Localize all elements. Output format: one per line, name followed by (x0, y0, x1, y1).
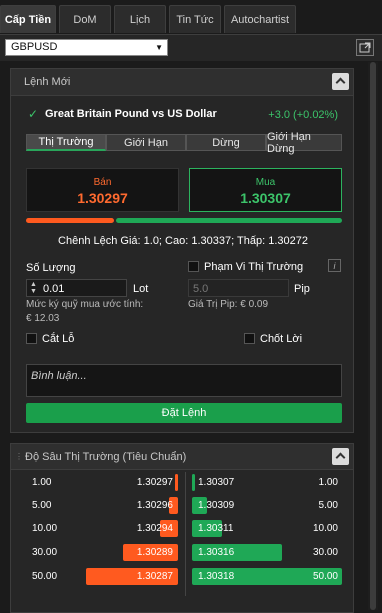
buy-button[interactable]: Mua 1.30307 (189, 168, 342, 212)
instrument-name: Great Britain Pound vs US Dollar (45, 108, 217, 120)
tab-bar: Cấp Tiền DoM Lịch Tin Tức Autochartist (0, 0, 382, 34)
bid-price[interactable]: 1.30289 (120, 547, 173, 558)
tab-dom[interactable]: DoM (59, 5, 111, 33)
chevron-down-icon: ▼ (155, 43, 163, 52)
buy-sentiment-bar (116, 218, 342, 223)
ask-price[interactable]: 1.30318 (198, 571, 234, 582)
bid-volume: 1.00 (32, 477, 52, 488)
bid-volume: 50.00 (32, 571, 58, 582)
ask-volume: 1.00 (318, 477, 338, 488)
scrollbar[interactable] (368, 62, 378, 610)
popout-icon[interactable] (356, 39, 374, 56)
comment-placeholder: Bình luận... (31, 370, 87, 382)
bid-volume-bar (175, 474, 178, 491)
sell-label: Bán (93, 177, 112, 188)
margin-value: € 12.03 (26, 313, 60, 324)
market-range-unit: Pip (294, 283, 310, 295)
market-depth-header: ⋮ Độ Sâu Thị Trường (Tiêu Chuẩn) (11, 444, 353, 470)
order-type-stop[interactable]: Dừng (186, 134, 266, 151)
info-icon[interactable]: i (328, 259, 341, 272)
price-change: +3.0 (+0.02%) (268, 109, 338, 121)
scrollbar-thumb[interactable] (370, 62, 376, 610)
tab-news[interactable]: Tin Tức (169, 5, 221, 33)
market-range-value: 5.0 (193, 283, 209, 295)
tab-calendar[interactable]: Lịch (114, 5, 166, 33)
spread-info: Chênh Lệch Giá: 1.0; Cao: 1.30337; Thấp:… (58, 235, 308, 247)
buy-price: 1.30307 (240, 190, 291, 206)
collapse-icon[interactable] (332, 73, 349, 90)
bid-price[interactable]: 1.30287 (120, 571, 173, 582)
margin-label: Mức ký quỹ mua ước tính: (26, 299, 144, 310)
sell-button[interactable]: Bán 1.30297 (26, 168, 179, 212)
ask-volume-bar (192, 474, 195, 491)
ask-price[interactable]: 1.30316 (198, 547, 234, 558)
tab-funding[interactable]: Cấp Tiền (0, 5, 56, 33)
ask-volume: 5.00 (318, 500, 338, 511)
take-profit-label: Chốt Lời (260, 333, 303, 345)
collapse-icon[interactable] (332, 448, 349, 465)
bid-volume: 30.00 (32, 547, 58, 558)
market-range-input[interactable]: 5.0 (188, 279, 289, 297)
symbol-select-value: GBPUSD (11, 41, 58, 53)
depth-divider (185, 472, 186, 596)
market-range-checkbox[interactable] (188, 261, 199, 272)
ask-volume: 50.00 (312, 571, 338, 582)
quantity-label: Số Lượng (26, 262, 76, 274)
check-icon: ✓ (28, 107, 39, 121)
quantity-value: 0.01 (43, 283, 65, 295)
quantity-unit: Lot (133, 283, 149, 295)
ask-price[interactable]: 1.30311 (198, 523, 233, 534)
sell-sentiment-bar (26, 218, 114, 223)
stop-loss-checkbox[interactable] (26, 333, 37, 344)
take-profit-checkbox[interactable] (244, 333, 255, 344)
bid-volume: 5.00 (32, 500, 52, 511)
tab-autochartist[interactable]: Autochartist (224, 5, 296, 33)
quantity-stepper[interactable]: ▲ ▼ 0.01 (26, 279, 127, 297)
bid-price[interactable]: 1.30297 (120, 477, 173, 488)
comment-input[interactable]: Bình luận... (26, 364, 342, 397)
sell-price: 1.30297 (77, 190, 128, 206)
market-depth-title: Độ Sâu Thị Trường (Tiêu Chuẩn) (25, 451, 187, 463)
symbol-bar: GBPUSD ▼ (0, 34, 382, 61)
ask-volume: 30.00 (312, 547, 338, 558)
bid-volume: 10.00 (32, 523, 58, 534)
ask-price[interactable]: 1.30307 (198, 477, 234, 488)
order-type-limit[interactable]: Giới Hạn (106, 134, 186, 151)
new-order-title: Lệnh Mới (24, 76, 71, 88)
buy-label: Mua (255, 177, 276, 188)
pip-value: Giá Trị Pip: € 0.09 (188, 299, 269, 310)
market-range-label: Phạm Vi Thị Trường (204, 261, 304, 273)
stop-loss-label: Cắt Lỗ (42, 333, 75, 345)
bid-price[interactable]: 1.30296 (120, 500, 173, 511)
symbol-select[interactable]: GBPUSD ▼ (5, 39, 168, 56)
order-type-market[interactable]: Thị Trường (26, 134, 106, 151)
place-order-button[interactable]: Đặt Lệnh (26, 403, 342, 423)
bid-price[interactable]: 1.30294 (120, 523, 173, 534)
drag-handle-icon[interactable]: ⋮ (15, 452, 23, 461)
new-order-header: Lệnh Mới (11, 69, 353, 96)
stepper-arrows-icon[interactable]: ▲ ▼ (30, 281, 37, 295)
ask-volume: 10.00 (312, 523, 338, 534)
order-type-stop-limit[interactable]: Giới Hạn Dừng (266, 131, 342, 155)
ask-price[interactable]: 1.30309 (198, 500, 234, 511)
